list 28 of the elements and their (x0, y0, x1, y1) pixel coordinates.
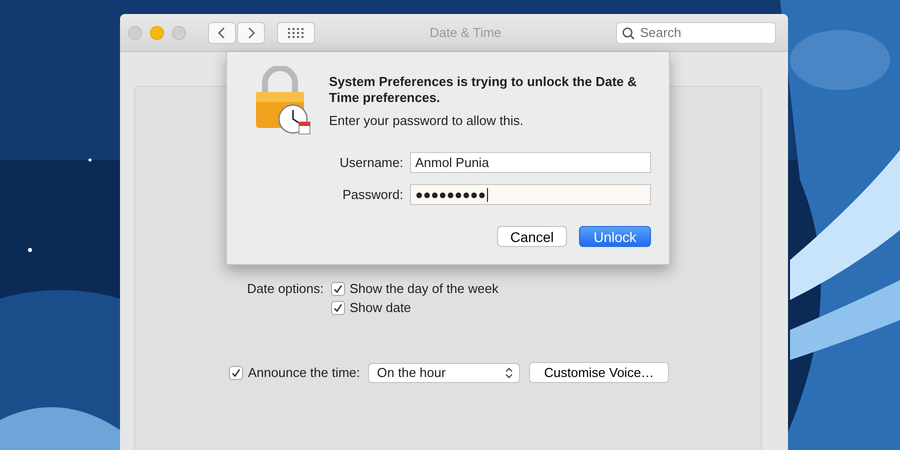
field-label: Password: (342, 187, 404, 202)
dialog-heading: System Preferences is trying to unlock the Date & Time preferences. (329, 74, 638, 106)
lock-clock-drawing (253, 66, 311, 136)
forward-button[interactable] (237, 22, 265, 44)
dialog-message: Enter your password to allow this. (329, 113, 524, 128)
checkbox[interactable] (330, 282, 345, 296)
customise-voice-button[interactable]: Customise Voice… (529, 362, 670, 383)
field-label: Username: (338, 155, 404, 170)
checkbox-label: Show the day of the week (350, 281, 498, 296)
input-field[interactable]: Anmol Punia (410, 152, 651, 173)
chevron-left-icon (217, 26, 227, 40)
stepper-arrows-icon (505, 366, 514, 378)
checkbox[interactable] (229, 366, 243, 380)
announce-label: Announce the time: (248, 365, 360, 380)
search-field[interactable]: Search (616, 22, 776, 44)
chevron-right-icon (246, 26, 256, 40)
checkbox[interactable] (330, 300, 345, 314)
show-all-button[interactable] (277, 22, 315, 44)
dialog-button[interactable]: Cancel (497, 226, 567, 247)
interval-dropdown[interactable]: On the hour (368, 362, 520, 382)
input-field[interactable]: ●●●●●●●●● (410, 184, 651, 205)
window-title: Date & Time (428, 25, 502, 40)
search-icon (622, 26, 635, 40)
grid-icon (288, 28, 304, 38)
dialog-button[interactable]: Unlock (579, 226, 651, 247)
checkbox-label: Show date (350, 300, 412, 315)
back-button[interactable] (208, 22, 236, 44)
date-options-label: Date options: (247, 281, 324, 298)
